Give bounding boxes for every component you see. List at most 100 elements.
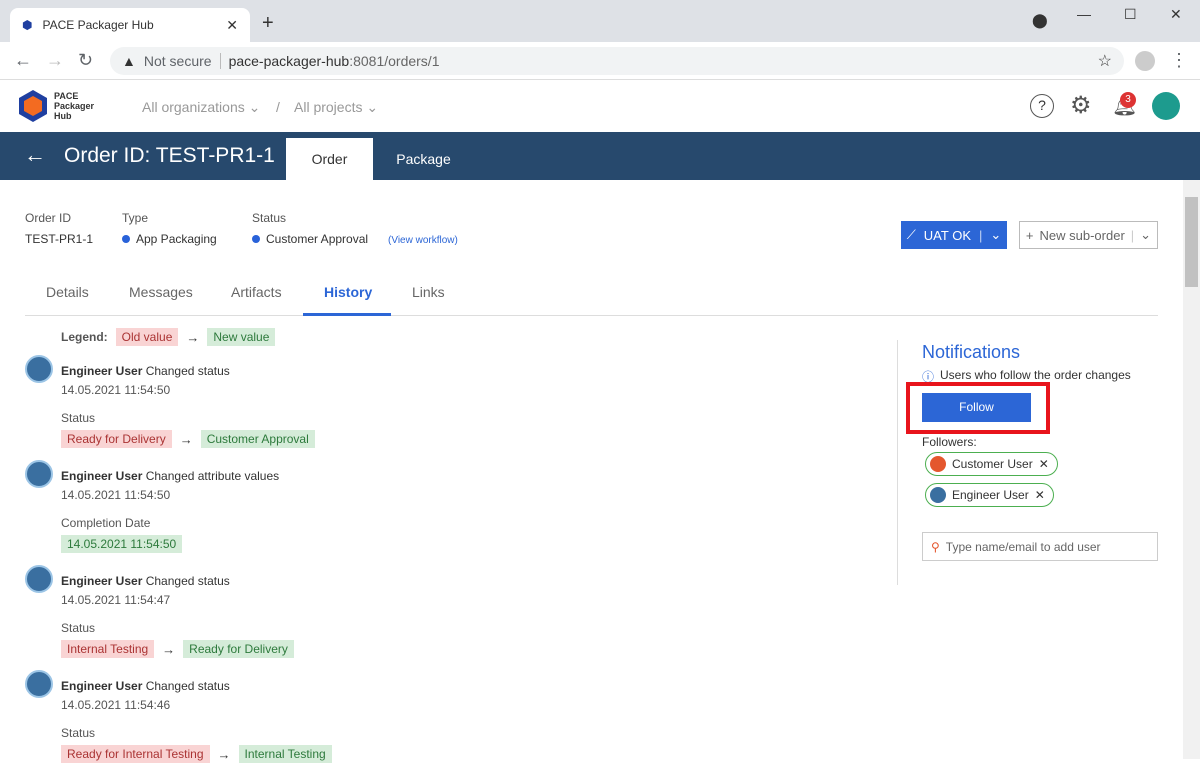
entry-date: 14.05.2021 11:54:46 — [61, 698, 171, 712]
plus-icon: + — [1025, 227, 1034, 243]
minimize-icon[interactable]: — — [1077, 6, 1091, 22]
close-window-icon[interactable]: ✕ — [1170, 6, 1182, 23]
type-value: App Packaging — [122, 232, 217, 246]
avatar — [25, 460, 53, 488]
forward-icon[interactable]: → — [46, 50, 64, 71]
notification-badge: 3 — [1120, 92, 1136, 108]
entry-user: Engineer User — [61, 364, 143, 378]
entry-date: 14.05.2021 11:54:47 — [61, 593, 171, 607]
new-value: 14.05.2021 11:54:50 — [61, 535, 183, 553]
browser-tab[interactable]: ⬢ PACE Packager Hub ✕ — [10, 8, 250, 42]
type-label: Type — [122, 211, 149, 225]
entry-user: Engineer User — [61, 574, 143, 588]
order-id-label: Order ID — [25, 211, 72, 225]
profile-dropdown-icon[interactable]: ⬤ — [1032, 12, 1048, 29]
panel-divider — [897, 340, 898, 585]
avatar — [25, 670, 53, 698]
entry-field: Status — [61, 621, 96, 635]
remove-icon[interactable]: ✕ — [1039, 457, 1049, 471]
url-path: :8081/orders/1 — [349, 53, 440, 69]
old-value: Ready for Internal Testing — [61, 745, 210, 763]
follower-chip: Engineer User ✕ — [925, 483, 1054, 507]
page-title: Order ID: TEST-PR1-1 — [64, 144, 275, 167]
close-tab-icon[interactable]: ✕ — [226, 17, 238, 34]
old-value: Ready for Delivery — [61, 430, 172, 448]
back-arrow-icon[interactable]: ← — [24, 142, 46, 168]
tab-details[interactable]: Details — [46, 284, 89, 300]
url-host: pace-packager-hub — [228, 53, 350, 69]
user-avatar[interactable] — [1152, 92, 1180, 120]
address-bar-area: ← → ↻ ▲ Not secure pace-packager-hub:808… — [0, 42, 1200, 80]
status-label: Status — [252, 211, 287, 225]
active-tab-indicator — [303, 313, 391, 316]
avatar — [930, 487, 946, 503]
arrow-right-icon: → — [186, 329, 200, 345]
entry-action: Changed attribute values — [145, 469, 280, 483]
maximize-icon[interactable]: ☐ — [1124, 6, 1137, 23]
warning-icon: ▲ — [122, 53, 136, 69]
entry-field: Status — [61, 726, 96, 740]
entry-action: Changed status — [145, 574, 230, 588]
logo-text: PACE — [54, 91, 79, 101]
logo-icon — [19, 90, 47, 122]
tab-title: PACE Packager Hub — [42, 18, 154, 32]
uat-ok-button[interactable]: ⟋ UAT OK | ⌄ — [901, 221, 1007, 249]
entry-field: Status — [61, 411, 96, 425]
followers-label: Followers: — [922, 435, 977, 449]
new-value: Internal Testing — [238, 745, 332, 763]
new-value: Ready for Delivery — [183, 640, 294, 658]
reload-icon[interactable]: ↻ — [78, 50, 93, 71]
arrow-right-icon: → — [179, 431, 193, 447]
legend-old: Old value — [115, 328, 179, 346]
entry-action: Changed status — [145, 364, 230, 378]
help-icon[interactable]: ? — [1030, 94, 1054, 118]
status-value: Customer Approval — [252, 232, 368, 246]
tab-package[interactable]: Package — [380, 138, 467, 180]
entry-date: 14.05.2021 11:54:50 — [61, 488, 171, 502]
app-header: PACE Packager Hub All organizations ⌄ / Al… — [0, 81, 1200, 132]
tab-order[interactable]: Order — [286, 138, 373, 180]
back-icon[interactable]: ← — [14, 50, 32, 71]
view-workflow-link[interactable]: (View workflow) — [388, 235, 458, 246]
menu-icon[interactable]: ⋮ — [1170, 50, 1188, 71]
entry-action: Changed status — [145, 679, 230, 693]
tabs-divider — [25, 315, 1158, 316]
org-selector[interactable]: All organizations ⌄ — [142, 99, 260, 116]
new-value: Customer Approval — [200, 430, 315, 448]
avatar — [25, 355, 53, 383]
scrollbar-thumb[interactable] — [1185, 197, 1198, 287]
profile-icon[interactable] — [1135, 51, 1155, 71]
bookmark-star-icon[interactable]: ☆ — [1098, 51, 1112, 71]
old-value: Internal Testing — [61, 640, 155, 658]
follow-button[interactable]: Follow — [922, 393, 1031, 422]
url-bar[interactable]: ▲ Not secure pace-packager-hub:8081/orde… — [110, 47, 1124, 75]
tab-artifacts[interactable]: Artifacts — [231, 284, 282, 300]
workflow-icon: ⟋ — [906, 227, 916, 242]
arrow-right-icon: → — [217, 746, 231, 762]
remove-icon[interactable]: ✕ — [1035, 488, 1045, 502]
chevron-down-icon[interactable]: ⌄ — [990, 227, 1001, 243]
entry-user: Engineer User — [61, 469, 143, 483]
arrow-right-icon: → — [162, 641, 176, 657]
add-follower-input[interactable]: ⚲ Type name/email to add user — [922, 532, 1158, 561]
favicon-icon: ⬢ — [22, 18, 33, 32]
order-title-bar: ← Order ID: TEST-PR1-1 Order Package — [0, 132, 1200, 180]
divider — [219, 53, 221, 69]
legend: Legend: Old value → New value — [61, 328, 276, 346]
new-sub-order-button[interactable]: + New sub-order | ⌄ — [1019, 221, 1158, 249]
not-secure-label: Not secure — [143, 53, 212, 69]
search-icon: ⚲ — [931, 539, 940, 554]
tab-links[interactable]: Links — [412, 284, 445, 300]
entry-date: 14.05.2021 11:54:50 — [61, 383, 171, 397]
settings-gear-icon[interactable]: ⚙ — [1070, 91, 1092, 120]
chevron-down-icon[interactable]: ⌄ — [1140, 227, 1151, 243]
browser-tabstrip: ⬢ PACE Packager Hub ✕ + ⬤ — ☐ ✕ — [0, 0, 1200, 42]
avatar — [25, 565, 53, 593]
tab-history[interactable]: History — [324, 284, 372, 300]
new-tab-icon[interactable]: + — [262, 12, 274, 35]
logo[interactable]: PACE Packager Hub — [18, 89, 94, 123]
order-id-value: TEST-PR1-1 — [25, 232, 94, 246]
logo-text: Packager — [54, 101, 95, 111]
tab-messages[interactable]: Messages — [129, 284, 193, 300]
project-selector[interactable]: All projects ⌄ — [294, 99, 378, 116]
